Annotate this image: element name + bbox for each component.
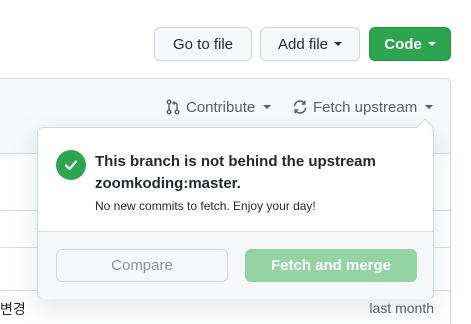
- commit-message-fragment[interactable]: 변경: [0, 299, 26, 319]
- popover-subtitle: No new commits to fetch. Enjoy your day!: [95, 199, 316, 213]
- chevron-down-icon: [425, 105, 434, 109]
- fetch-upstream-label: Fetch upstream: [313, 98, 418, 116]
- check-circle-icon: [56, 150, 86, 180]
- popover-footer: Compare Fetch and merge: [38, 232, 433, 299]
- fetch-upstream-popover: This branch is not behind the upstream z…: [37, 118, 434, 299]
- fetch-upstream-dropdown[interactable]: Fetch upstream: [292, 97, 434, 117]
- code-button[interactable]: Code: [369, 27, 451, 61]
- repo-page: Go to file Add file Code Contribute Fetc…: [0, 0, 471, 324]
- go-to-file-button[interactable]: Go to file: [154, 27, 252, 61]
- popover-title: This branch is not behind the upstream z…: [95, 153, 376, 192]
- code-label: Code: [384, 35, 422, 53]
- go-to-file-label: Go to file: [172, 35, 234, 53]
- chevron-down-icon: [263, 105, 272, 109]
- compare-button[interactable]: Compare: [56, 249, 228, 282]
- contribute-dropdown[interactable]: Contribute: [165, 97, 272, 117]
- add-file-button[interactable]: Add file: [260, 27, 360, 61]
- contribute-label: Contribute: [186, 98, 256, 116]
- sync-icon: [293, 100, 307, 114]
- fetch-and-merge-button[interactable]: Fetch and merge: [245, 249, 417, 282]
- pull-request-icon: [166, 99, 180, 115]
- compare-label: Compare: [111, 257, 173, 274]
- add-file-label: Add file: [277, 35, 329, 53]
- chevron-down-icon: [427, 42, 436, 46]
- chevron-down-icon: [334, 42, 343, 46]
- fetch-and-merge-label: Fetch and merge: [270, 257, 392, 274]
- commit-time: last month: [369, 300, 434, 316]
